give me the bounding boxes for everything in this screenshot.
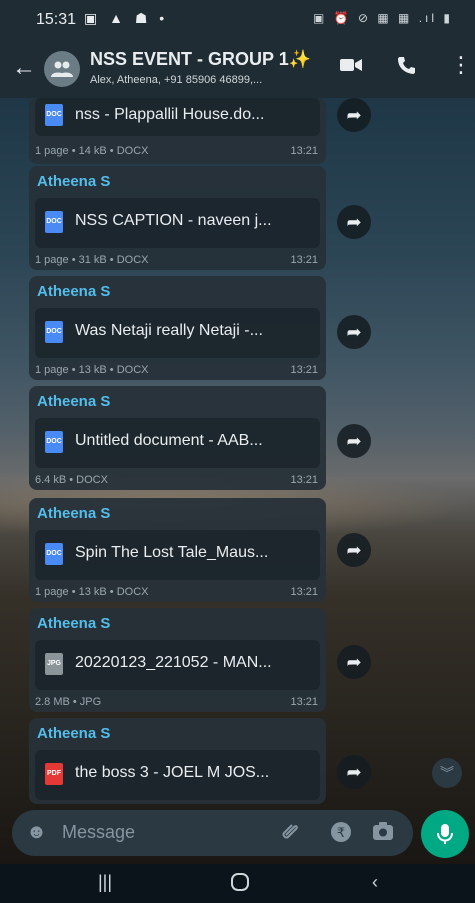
file-name: the boss 3 - JOEL M JOS... — [75, 764, 270, 781]
forward-icon[interactable]: ➦ — [337, 533, 371, 567]
status-bar: 15:31 ▣ ▲ ☗ • ▣ ⏰ ⊘ ▦ ▦ .ıl ▮ — [0, 0, 475, 40]
message-time: 13:21 — [290, 586, 318, 598]
message-bubble[interactable]: Atheena S DOC Spin The Lost Tale_Maus...… — [29, 498, 326, 602]
system-status-icons: ▣ ⏰ ⊘ ▦ ▦ .ıl ▮ — [313, 11, 453, 25]
file-meta: 1 page • 13 kB • DOCX — [35, 586, 149, 598]
microphone-icon — [437, 824, 453, 844]
file-meta: 6.4 kB • DOCX — [35, 474, 108, 486]
forward-icon[interactable]: ➦ — [337, 205, 371, 239]
more-options-icon[interactable]: ⋮ — [450, 52, 472, 78]
file-meta: 1 page • 13 kB • DOCX — [35, 364, 149, 376]
group-title[interactable]: NSS EVENT - GROUP 1✨ — [90, 49, 311, 70]
file-name: Untitled document - AAB... — [75, 432, 263, 449]
status-time: 15:31 — [36, 11, 77, 28]
doc-file-icon: DOC — [45, 211, 63, 233]
message-bubble[interactable]: Atheena S DOC Was Netaji really Netaji -… — [29, 276, 326, 380]
forward-icon[interactable]: ➦ — [337, 98, 371, 132]
notification-icons: ▣ ▲ ☗ • — [84, 10, 169, 26]
message-bubble[interactable]: Atheena S DOC NSS CAPTION - naveen j... … — [29, 166, 326, 270]
message-bubble[interactable]: DOC nss - Plappallil House.do... 1 page … — [29, 98, 326, 164]
forward-icon[interactable]: ➦ — [337, 424, 371, 458]
forward-icon[interactable]: ➦ — [337, 315, 371, 349]
file-name: NSS CAPTION - naveen j... — [75, 212, 272, 229]
doc-file-icon: DOC — [45, 431, 63, 453]
video-call-icon[interactable] — [340, 56, 362, 79]
forward-icon[interactable]: ➦ — [337, 755, 371, 789]
file-meta: 1 page • 14 kB • DOCX — [35, 145, 149, 157]
jpg-file-icon: JPG — [45, 653, 63, 675]
forward-icon[interactable]: ➦ — [337, 645, 371, 679]
attach-icon[interactable] — [280, 821, 300, 846]
message-bubble[interactable]: Atheena S JPG 20220123_221052 - MAN... 2… — [29, 608, 326, 712]
document-attachment[interactable]: DOC nss - Plappallil House.do... — [35, 98, 320, 136]
back-nav-icon[interactable]: ‹ — [372, 872, 378, 893]
doc-file-icon: DOC — [45, 321, 63, 343]
sender-name[interactable]: Atheena S — [37, 505, 110, 522]
svg-text:₹: ₹ — [337, 826, 345, 841]
file-meta: 1 page • 31 kB • DOCX — [35, 254, 149, 266]
message-time: 13:21 — [290, 474, 318, 486]
group-avatar[interactable] — [44, 51, 80, 87]
message-time: 13:21 — [290, 696, 318, 708]
message-input[interactable]: Message — [62, 822, 135, 843]
emoji-icon[interactable]: ☻ — [26, 821, 47, 844]
message-bubble[interactable]: Atheena S PDF the boss 3 - JOEL M JOS... — [29, 718, 326, 804]
doc-file-icon: DOC — [45, 104, 63, 126]
file-name: nss - Plappallil House.do... — [75, 106, 265, 123]
sender-name[interactable]: Atheena S — [37, 173, 110, 190]
file-name: Spin The Lost Tale_Maus... — [75, 544, 269, 561]
microphone-button[interactable] — [421, 810, 469, 858]
double-chevron-down-icon: ︾ — [440, 765, 454, 781]
message-time: 13:21 — [290, 145, 318, 157]
scroll-to-bottom-button[interactable]: ︾ — [432, 758, 462, 788]
file-meta: 2.8 MB • JPG — [35, 696, 102, 708]
phone-icon[interactable] — [397, 56, 415, 80]
home-icon[interactable] — [230, 872, 250, 897]
image-attachment[interactable]: JPG 20220123_221052 - MAN... — [35, 640, 320, 690]
file-name: Was Netaji really Netaji -... — [75, 322, 263, 339]
file-name: 20220123_221052 - MAN... — [75, 654, 272, 671]
rupee-payment-icon[interactable]: ₹ — [330, 821, 352, 848]
back-arrow-icon[interactable]: ← — [12, 54, 36, 82]
document-attachment[interactable]: DOC Was Netaji really Netaji -... — [35, 308, 320, 358]
group-icon — [51, 61, 73, 77]
document-attachment[interactable]: DOC NSS CAPTION - naveen j... — [35, 198, 320, 248]
message-time: 13:21 — [290, 254, 318, 266]
chat-header[interactable]: ← NSS EVENT - GROUP 1✨ Alex, Atheena, +9… — [0, 40, 475, 98]
camera-icon[interactable] — [372, 821, 394, 846]
android-nav-bar: ||| ‹ — [0, 864, 475, 903]
document-attachment[interactable]: DOC Spin The Lost Tale_Maus... — [35, 530, 320, 580]
message-composer[interactable]: ☻ Message ₹ — [12, 810, 413, 856]
recent-apps-icon[interactable]: ||| — [98, 872, 112, 893]
sender-name[interactable]: Atheena S — [37, 725, 110, 742]
pdf-file-icon: PDF — [45, 763, 63, 785]
group-members[interactable]: Alex, Atheena, +91 85906 46899,... — [90, 74, 320, 86]
message-time: 13:21 — [290, 364, 318, 376]
sender-name[interactable]: Atheena S — [37, 615, 110, 632]
message-bubble[interactable]: Atheena S DOC Untitled document - AAB...… — [29, 386, 326, 490]
sender-name[interactable]: Atheena S — [37, 393, 110, 410]
document-attachment[interactable]: DOC Untitled document - AAB... — [35, 418, 320, 468]
doc-file-icon: DOC — [45, 543, 63, 565]
pdf-attachment[interactable]: PDF the boss 3 - JOEL M JOS... — [35, 750, 320, 800]
sender-name[interactable]: Atheena S — [37, 283, 110, 300]
